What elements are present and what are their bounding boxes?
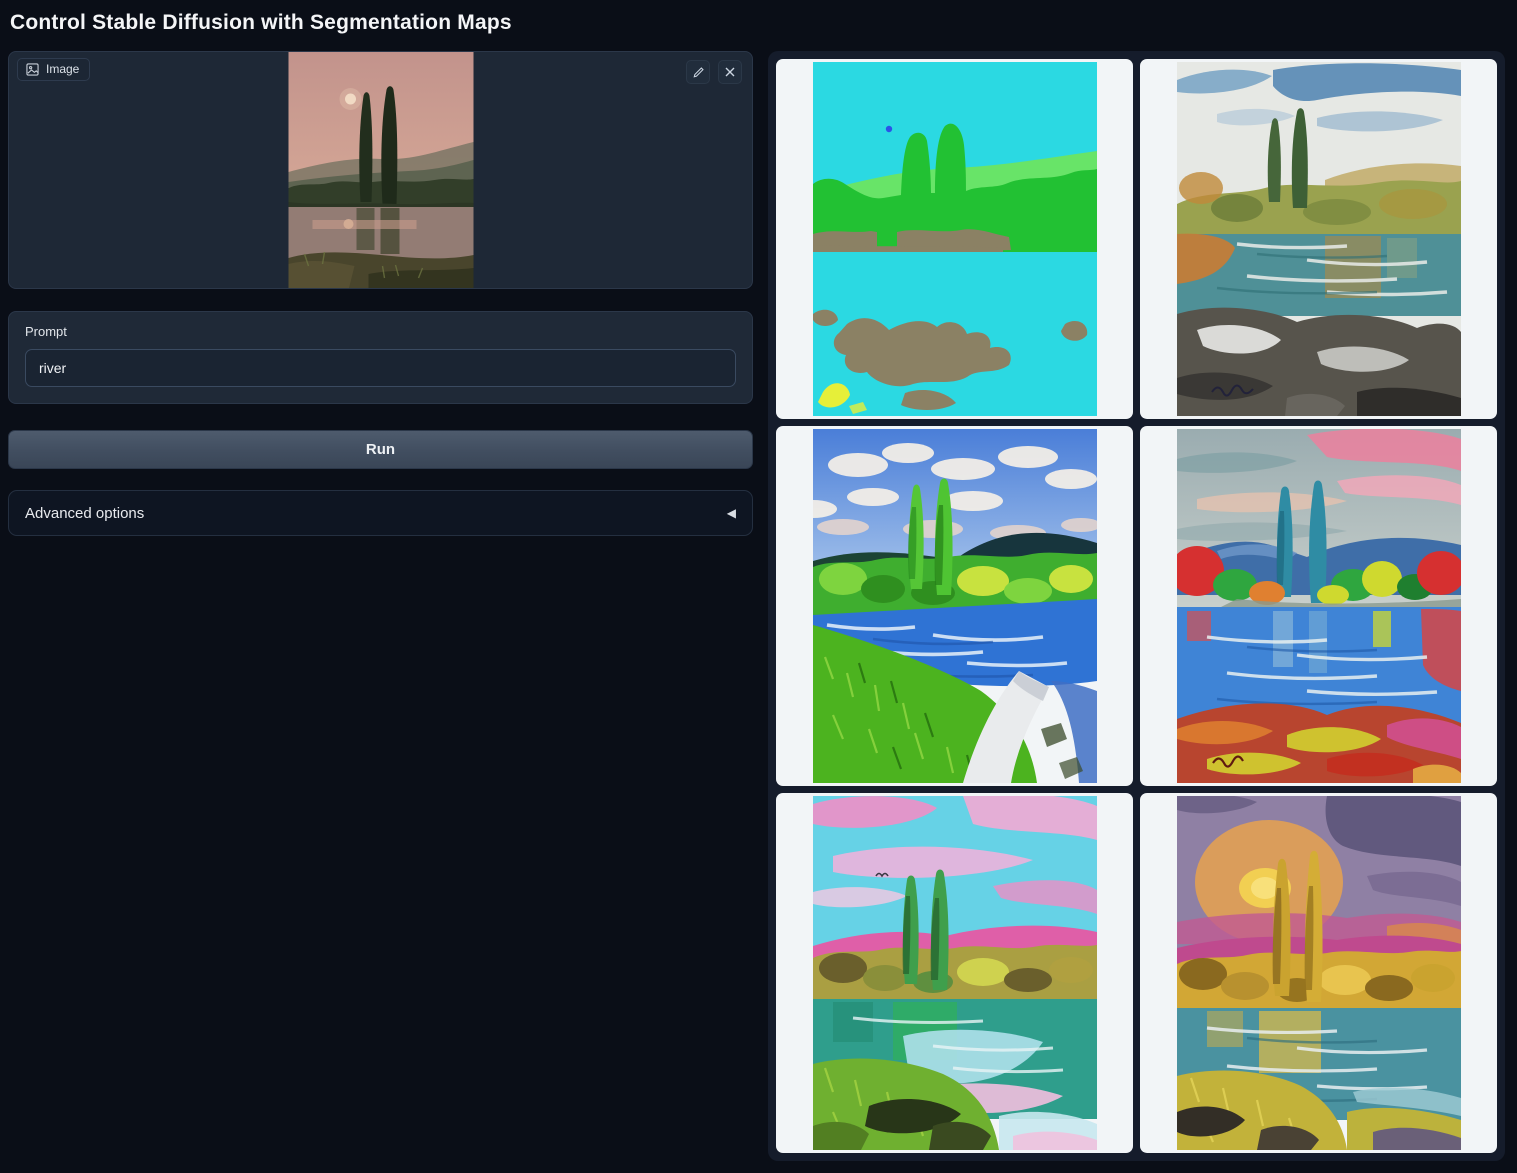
prompt-label: Prompt [25, 324, 736, 339]
gallery-image-expressionist [1177, 429, 1461, 783]
main-layout: Image Prompt [8, 51, 1509, 1161]
gallery-image-segmentation-map [813, 62, 1097, 416]
gallery-image-golden-sunset [1177, 796, 1461, 1150]
close-icon [724, 66, 736, 78]
gallery-image-watercolor [1177, 62, 1461, 416]
advanced-options-accordion[interactable]: Advanced options ◀ [8, 490, 753, 536]
image-label-chip: Image [17, 58, 90, 81]
gallery-item-5[interactable] [776, 793, 1133, 1153]
edit-image-button[interactable] [686, 60, 710, 84]
advanced-options-label: Advanced options [25, 505, 144, 522]
input-image-thumbnail [288, 52, 473, 289]
gallery-item-4[interactable] [1140, 426, 1497, 786]
image-toolbar [686, 60, 742, 84]
gallery-item-3[interactable] [776, 426, 1133, 786]
gallery-item-1[interactable] [776, 59, 1133, 419]
prompt-input[interactable] [25, 349, 736, 387]
gallery-item-6[interactable] [1140, 793, 1497, 1153]
gallery-item-2[interactable] [1140, 59, 1497, 419]
app-page: Control Stable Diffusion with Segmentati… [0, 0, 1517, 1169]
pencil-icon [692, 66, 705, 79]
gallery-image-pink-sunset [813, 796, 1097, 1150]
prompt-panel: Prompt [8, 311, 753, 404]
result-gallery [768, 51, 1505, 1161]
controls-column: Image Prompt [8, 51, 753, 536]
image-label: Image [46, 62, 79, 76]
clear-image-button[interactable] [718, 60, 742, 84]
gallery-image-bright-oil [813, 429, 1097, 783]
collapse-arrow-icon: ◀ [727, 506, 736, 520]
page-title: Control Stable Diffusion with Segmentati… [10, 11, 1509, 35]
run-button[interactable]: Run [8, 430, 753, 469]
image-icon [26, 63, 39, 76]
image-input-component: Image [8, 51, 753, 289]
